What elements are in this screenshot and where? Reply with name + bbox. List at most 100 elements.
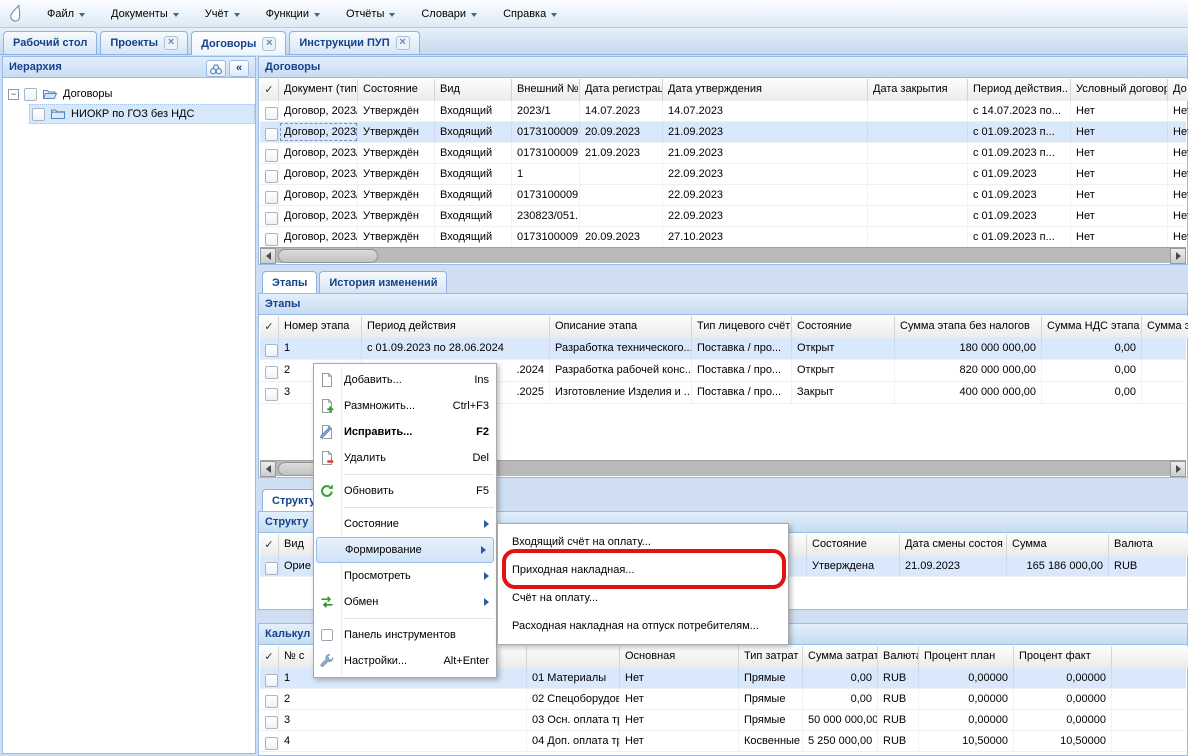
submenu-item[interactable]: Счёт на оплату... (498, 584, 788, 612)
grid-header-cell[interactable]: До (1168, 79, 1188, 101)
grid-header-cell[interactable]: Процент факт (1014, 646, 1112, 668)
grid-row[interactable]: 202 СпецоборудованиеНетПрямые0,00RUB0,00… (260, 689, 1186, 710)
context-menu-item[interactable]: Просмотреть (314, 563, 496, 589)
grid-header-cell[interactable]: Период действия.. (968, 79, 1071, 101)
grid-row[interactable]: Договор, 2023/...УтверждёнВходящий017310… (260, 143, 1186, 164)
context-menu-item[interactable]: Формирование (316, 537, 494, 563)
tab[interactable]: Договоры× (191, 31, 286, 55)
tree-expander-icon[interactable]: − (8, 89, 19, 100)
tab[interactable]: Этапы (262, 271, 317, 294)
row-checkbox[interactable] (265, 388, 278, 401)
grid-header-cell[interactable]: Сумма эт (1142, 316, 1188, 338)
grid-row[interactable]: 1с 01.09.2023 по 28.06.2024Разработка те… (260, 338, 1186, 360)
context-menu-item[interactable]: ОбновитьF5 (314, 478, 496, 504)
grid-header-cell[interactable]: ✓ (260, 316, 279, 338)
grid-row[interactable]: 303 Осн. оплата трудаНетПрямые50 000 000… (260, 710, 1186, 731)
grid-header-cell[interactable]: Сумма этапа без налогов (895, 316, 1042, 338)
row-checkbox[interactable] (265, 233, 278, 246)
grid-header-cell[interactable]: ✓ (260, 79, 279, 101)
context-menu-item[interactable]: Исправить...F2 (314, 419, 496, 445)
grid-header-cell[interactable]: Условный договор (1071, 79, 1168, 101)
context-menu-item[interactable]: Состояние (314, 511, 496, 537)
tab-close-icon[interactable]: × (164, 36, 178, 50)
grid-header-cell[interactable]: Дата смены состоя (900, 534, 1007, 556)
tab[interactable]: История изменений (319, 271, 447, 293)
row-checkbox[interactable] (265, 674, 278, 687)
scroll-left-icon[interactable] (260, 461, 276, 477)
grid-header-cell[interactable]: Основная (620, 646, 739, 668)
grid-header-cell[interactable] (1112, 646, 1188, 668)
submenu-item-annotated[interactable]: Приходная накладная... (498, 556, 788, 584)
tree-checkbox[interactable] (24, 88, 37, 101)
grid-header-cell[interactable]: Дата закрытия (868, 79, 968, 101)
grid-header-cell[interactable]: Период действия (362, 316, 550, 338)
tab[interactable]: Инструкции ПУП× (289, 31, 419, 54)
row-checkbox[interactable] (265, 716, 278, 729)
tab-close-icon[interactable]: × (396, 36, 410, 50)
grid-header-cell[interactable]: ✓ (260, 646, 279, 668)
grid-row[interactable]: 404 Доп. оплата трудаНетКосвенные5 250 0… (260, 731, 1186, 752)
grid-header-cell[interactable]: Документ (тип, № (279, 79, 358, 101)
submenu-item[interactable]: Расходная накладная на отпуск потребител… (498, 612, 788, 640)
menubar-item[interactable]: Учёт (192, 3, 253, 25)
row-checkbox[interactable] (265, 212, 278, 225)
grid-header-cell[interactable]: Валюта (878, 646, 919, 668)
grid-header-cell[interactable]: Тип затрат (739, 646, 803, 668)
grid-header-cell[interactable]: Состояние (807, 534, 900, 556)
grid-row[interactable]: Договор, 2023/...УтверждёнВходящий017310… (260, 185, 1186, 206)
grid-header-cell[interactable]: Описание этапа (550, 316, 692, 338)
context-menu-item[interactable]: Размножить...Ctrl+F3 (314, 393, 496, 419)
tree-checkbox[interactable] (32, 108, 45, 121)
tab[interactable]: Рабочий стол (3, 31, 97, 54)
context-menu-item[interactable]: Добавить...Ins (314, 367, 496, 393)
grid-header-cell[interactable]: Внешний № (512, 79, 580, 101)
row-checkbox[interactable] (265, 191, 278, 204)
scroll-thumb[interactable] (278, 249, 378, 263)
row-checkbox[interactable] (265, 149, 278, 162)
tree-row[interactable]: НИОКР по ГОЗ без НДС (29, 104, 255, 124)
menubar-item[interactable]: Отчёты (333, 3, 408, 25)
row-checkbox[interactable] (265, 562, 278, 575)
tab-close-icon[interactable]: × (262, 37, 276, 51)
tab[interactable]: Проекты× (100, 31, 188, 54)
grid-row[interactable]: Договор, 2023/...УтверждёнВходящий2023/1… (260, 101, 1186, 122)
submenu-item[interactable]: Входящий счёт на оплату... (498, 528, 788, 556)
grid-header-cell[interactable]: Валюта (1109, 534, 1188, 556)
menubar-item[interactable]: Файл (34, 3, 98, 25)
scroll-right-icon[interactable] (1170, 248, 1186, 264)
grid-header-cell[interactable] (527, 646, 620, 668)
grid-header-cell[interactable]: Сумма НДС этапа (1042, 316, 1142, 338)
menubar-item[interactable]: Документы (98, 3, 192, 25)
grid-header-cell[interactable]: Состояние (358, 79, 435, 101)
context-menu-item[interactable]: Обмен (314, 589, 496, 615)
row-checkbox[interactable] (265, 737, 278, 750)
collapse-panel-icon[interactable]: « (229, 60, 249, 77)
row-checkbox[interactable] (265, 128, 278, 141)
grid-header-cell[interactable]: Состояние (792, 316, 895, 338)
context-menu-item[interactable]: Настройки...Alt+Enter (314, 648, 496, 674)
tree-row[interactable]: −Договоры (3, 84, 255, 104)
grid-row[interactable]: Договор, 2023/...УтверждёнВходящий017310… (260, 122, 1186, 143)
grid-header-cell[interactable]: Сумма затрат (803, 646, 878, 668)
grid-row[interactable]: Договор, 2023/...УтверждёнВходящий017310… (260, 227, 1186, 248)
grid-row[interactable]: Договор, 2023/...УтверждёнВходящий230823… (260, 206, 1186, 227)
grid-header-cell[interactable]: Сумма (1007, 534, 1109, 556)
row-checkbox[interactable] (265, 366, 278, 379)
menubar-item[interactable]: Функции (253, 3, 333, 25)
contracts-hscrollbar[interactable] (260, 247, 1186, 263)
row-checkbox[interactable] (265, 695, 278, 708)
grid-header-cell[interactable]: Номер этапа (279, 316, 362, 338)
context-menu-item[interactable]: УдалитьDel (314, 445, 496, 471)
grid-header-cell[interactable]: Процент план (919, 646, 1014, 668)
grid-header-cell[interactable]: Вид (435, 79, 512, 101)
scroll-left-icon[interactable] (260, 248, 276, 264)
menubar-item[interactable]: Словари (408, 3, 490, 25)
menubar-item[interactable]: Справка (490, 3, 570, 25)
grid-header-cell[interactable]: ✓ (260, 534, 279, 556)
grid-header-cell[interactable]: Тип лицевого счёт (692, 316, 792, 338)
grid-header-cell[interactable]: Дата регистрации. (580, 79, 663, 101)
row-checkbox[interactable] (265, 107, 278, 120)
grid-row[interactable]: Договор, 2023/...УтверждёнВходящий122.09… (260, 164, 1186, 185)
scroll-right-icon[interactable] (1170, 461, 1186, 477)
row-checkbox[interactable] (265, 170, 278, 183)
